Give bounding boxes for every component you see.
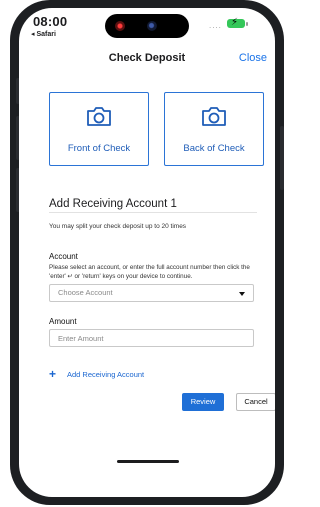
charging-bolt-icon: ⚡ [231,17,239,28]
back-to-safari-link[interactable]: ◂ Safari [31,30,56,38]
back-of-check-label: Back of Check [183,143,245,154]
amount-input[interactable] [49,329,254,347]
screen: 08:00 ◂ Safari .... ⚡ Check Deposit Clos… [19,8,275,497]
review-button[interactable]: Review [182,393,224,411]
section-title: Add Receiving Account 1 [49,198,177,210]
signal-icon: .... [209,21,222,30]
amount-label: Amount [49,317,77,326]
front-of-check-label: Front of Check [67,143,131,154]
power-button [280,126,284,190]
dynamic-island [105,14,189,38]
split-hint: You may split your check deposit up to 2… [49,223,187,230]
account-select-value: Choose Account [58,288,113,297]
cancel-button[interactable]: Cancel [236,393,275,411]
front-camera-icon [147,21,157,31]
battery-tip [246,22,248,26]
account-select[interactable]: Choose Account [49,284,254,302]
account-help-text: Please select an account, or enter the f… [49,264,250,280]
status-bar: 08:00 ◂ Safari .... ⚡ [19,8,275,44]
recording-indicator-icon [115,21,125,31]
nav-bar: Check Deposit Close [19,48,275,70]
camera-icon [87,107,111,126]
back-of-check-button[interactable]: Back of Check [164,92,264,166]
status-time: 08:00 [33,14,68,29]
battery-icon: ⚡ [227,17,245,28]
home-indicator[interactable] [117,460,179,463]
camera-icon [202,107,226,126]
add-receiving-account-label: Add Receiving Account [67,370,145,379]
chevron-down-icon [239,292,245,296]
divider [49,212,257,213]
account-label: Account [49,252,78,261]
close-button[interactable]: Close [239,52,267,64]
phone-frame: 08:00 ◂ Safari .... ⚡ Check Deposit Clos… [10,0,284,505]
plus-icon: + [49,367,57,381]
front-of-check-button[interactable]: Front of Check [49,92,149,166]
page-title: Check Deposit [108,52,186,64]
